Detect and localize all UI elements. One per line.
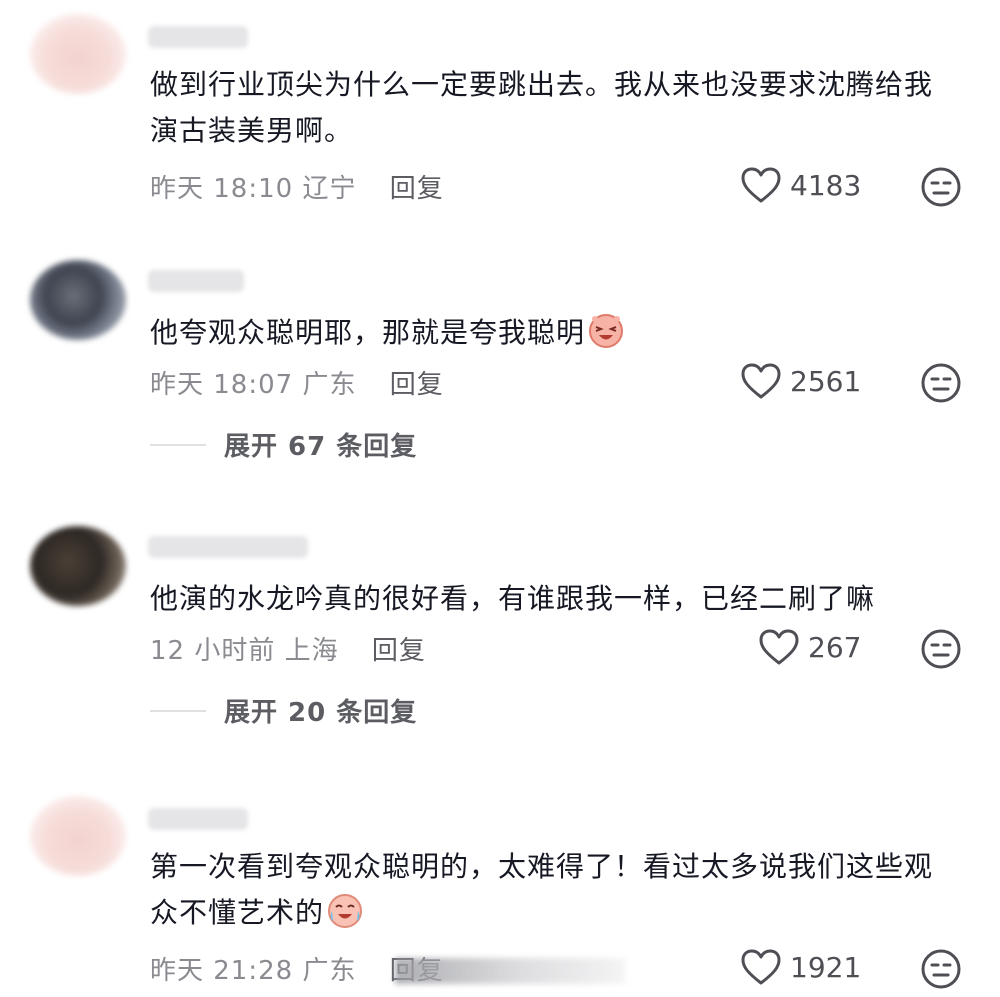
comment-meta: 昨天 18:10 辽宁 回复 (150, 168, 444, 205)
laughing-face-emoji (589, 314, 624, 348)
comment-location: 辽宁 (302, 174, 357, 204)
expand-replies-button[interactable]: 展开 20 条回复 (150, 692, 417, 729)
comment-location: 广东 (302, 370, 357, 400)
comment-text: 他演的水龙吟真的很好看，有谁跟我一样，已经二刷了嘛 (150, 582, 876, 615)
like-count: 1921 (790, 950, 862, 984)
user-avatar[interactable] (30, 796, 126, 876)
like-button[interactable]: 1921 (740, 948, 861, 986)
comment-time: 12 小时前 (150, 636, 276, 666)
user-avatar[interactable] (30, 14, 126, 94)
heart-icon (741, 949, 781, 985)
expand-replies-label: 展开 20 条回复 (224, 698, 418, 728)
expand-replies-label: 展开 67 条回复 (224, 432, 418, 462)
comment-location: 广东 (302, 956, 357, 986)
like-count: 267 (808, 630, 862, 664)
heart-icon (741, 167, 781, 203)
username-blurred[interactable] (148, 270, 244, 292)
comment-meta: 12 小时前 上海 回复 (150, 630, 426, 667)
heart-icon (741, 363, 781, 399)
comment-text-content: 他夸观众聪明耶，那就是夸我聪明 (150, 316, 586, 349)
user-avatar[interactable] (30, 526, 126, 606)
username-blurred[interactable] (148, 26, 248, 48)
username-blurred[interactable] (148, 808, 248, 830)
comment-time: 昨天 18:07 (150, 370, 294, 400)
dislike-face-icon[interactable] (920, 166, 962, 208)
comment-time: 昨天 18:10 (150, 174, 294, 204)
like-count: 2561 (790, 364, 862, 398)
comment-time: 昨天 21:28 (150, 956, 294, 986)
divider-line (150, 443, 206, 446)
heart-icon (759, 629, 799, 665)
username-blurred[interactable] (148, 536, 308, 558)
comment-text: 他夸观众聪明耶，那就是夸我聪明 (150, 310, 960, 356)
comment-text-content: 第一次看到夸观众聪明的，太难得了！看过太多说我们这些观众不懂艺术的 (150, 850, 934, 929)
reply-button[interactable]: 回复 (390, 174, 444, 204)
like-button[interactable]: 4183 (740, 166, 861, 204)
comment-location: 上海 (284, 636, 339, 666)
like-count: 4183 (790, 168, 862, 202)
dislike-face-icon[interactable] (920, 628, 962, 670)
blurred-overlay (395, 958, 625, 984)
like-button[interactable]: 2561 (740, 362, 861, 400)
divider-line (150, 709, 206, 712)
like-button[interactable]: 267 (758, 628, 861, 666)
dislike-face-icon[interactable] (920, 362, 962, 404)
reply-button[interactable]: 回复 (390, 370, 444, 400)
user-avatar[interactable] (30, 260, 126, 340)
reply-button[interactable]: 回复 (372, 636, 426, 666)
comment-meta: 昨天 18:07 广东 回复 (150, 364, 444, 401)
comment-text: 做到行业顶尖为什么一定要跳出去。我从来也没要求沈腾给我演古装美男啊。 (150, 68, 934, 147)
comment-text: 第一次看到夸观众聪明的，太难得了！看过太多说我们这些观众不懂艺术的 (150, 844, 960, 936)
dislike-face-icon[interactable] (920, 948, 962, 990)
expand-replies-button[interactable]: 展开 67 条回复 (150, 426, 417, 463)
crying-laughing-emoji (328, 894, 363, 928)
